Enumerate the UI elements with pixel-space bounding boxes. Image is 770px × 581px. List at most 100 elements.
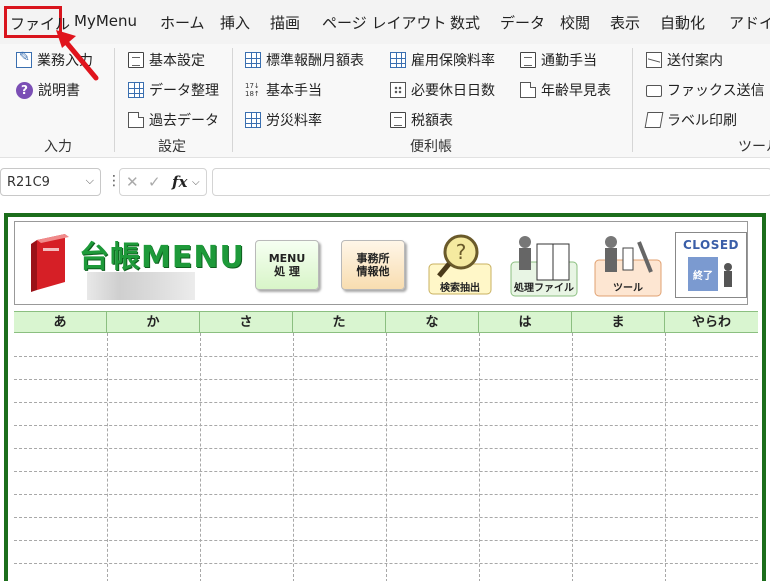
basic-settings-label: 基本設定 (149, 53, 205, 69)
help-icon: ? (16, 81, 33, 99)
name-box[interactable]: R21C9 ⌵ (0, 168, 101, 196)
column-header[interactable]: は (479, 312, 572, 333)
rate-table-icon (245, 112, 261, 128)
annotation-arrow-icon (56, 30, 99, 81)
age-chart-icon (520, 82, 536, 98)
column-header[interactable]: さ (200, 312, 293, 333)
label-print-button[interactable]: ラベル印刷 (644, 110, 737, 130)
insert-function-icon[interactable]: fx (172, 173, 187, 191)
closed-sub-label: 終了 (693, 269, 713, 282)
tab-formulas[interactable]: 数式 (450, 12, 480, 33)
formula-input[interactable] (212, 168, 770, 196)
worksheet: 台帳MENU MENU 処 理 事務所 情報他 ? 検索抽出 処理ファイル ツー… (4, 213, 766, 581)
grid-column-line (293, 333, 294, 581)
column-header[interactable]: やらわ (665, 312, 758, 333)
tab-data[interactable]: データ (500, 12, 545, 33)
search-extract-label: 検索抽出 (440, 283, 480, 294)
commute-doc-icon (520, 52, 536, 68)
settings-sheet-icon (128, 52, 144, 68)
basic-allowance-button[interactable]: 基本手当 (245, 80, 322, 100)
age-chart-label: 年齢早見表 (541, 83, 611, 99)
process-file-button[interactable]: 処理ファイル (509, 232, 579, 298)
column-header[interactable]: か (107, 312, 200, 333)
index-grid[interactable] (14, 333, 758, 581)
grid-column-line (479, 333, 480, 581)
group-separator (232, 48, 233, 152)
app-title: 台帳MENU (79, 240, 245, 275)
column-header[interactable]: な (386, 312, 479, 333)
ledger-book-icon (31, 234, 69, 292)
tool-label: ツール (613, 283, 643, 294)
tax-sheet-icon (390, 112, 406, 128)
data-cleanup-button[interactable]: データ整理 (128, 80, 219, 100)
office-info-button[interactable]: 事務所 情報他 (341, 240, 405, 290)
door-exit-icon: 終了 (688, 257, 732, 291)
label-icon (644, 112, 664, 128)
tab-home[interactable]: ホーム (160, 12, 205, 33)
tax-table-label: 税額表 (411, 113, 453, 129)
group-separator (114, 48, 115, 152)
tab-page-layout[interactable]: ページ レイアウト (322, 12, 446, 33)
tab-review[interactable]: 校閲 (560, 12, 590, 33)
formula-bar: R21C9 ⌵ ⋮ ✕ ✓ fx ⌵ (0, 166, 770, 198)
required-holidays-button[interactable]: 必要休日日数 (390, 80, 495, 100)
tax-table-button[interactable]: 税額表 (390, 110, 453, 130)
fax-send-button[interactable]: ファックス送信 (646, 80, 765, 100)
cover-letter-button[interactable]: 送付案内 (646, 50, 723, 70)
cancel-icon[interactable]: ✕ (126, 173, 139, 191)
workers-comp-label: 労災料率 (266, 113, 322, 129)
tab-automate[interactable]: 自動化 (660, 12, 705, 33)
grid-column-line (572, 333, 573, 581)
group-label-input: 入力 (44, 139, 72, 155)
formula-controls: ✕ ✓ fx ⌵ (119, 168, 207, 196)
basic-settings-button[interactable]: 基本設定 (128, 50, 205, 70)
edit-form-icon (16, 50, 32, 68)
commute-allowance-button[interactable]: 通勤手当 (520, 50, 597, 70)
sort-numbers-icon (245, 82, 261, 98)
column-header[interactable]: た (293, 312, 386, 333)
menu-bar: ファイル MyMenu ホーム 挿入 描画 ページ レイアウト 数式 データ 校… (0, 0, 770, 44)
tab-file[interactable]: ファイル (4, 6, 70, 38)
cover-letter-label: 送付案内 (667, 53, 723, 69)
tool-button[interactable]: ツール (593, 232, 663, 298)
grid-column-line (665, 333, 666, 581)
grid-column-line (200, 333, 201, 581)
search-extract-button[interactable]: ? 検索抽出 (425, 232, 495, 298)
grid-column-line (386, 333, 387, 581)
column-header[interactable]: あ (14, 312, 107, 333)
data-cleanup-label: データ整理 (149, 83, 219, 99)
basic-allowance-label: 基本手当 (266, 83, 322, 99)
tab-insert[interactable]: 挿入 (220, 12, 250, 33)
group-label-handbook: 便利帳 (410, 139, 452, 155)
close-button[interactable]: CLOSED 終了 (675, 232, 747, 298)
fax-icon (646, 85, 662, 97)
tab-draw[interactable]: 描画 (270, 12, 300, 33)
ribbon: 業務入力 ? 説明書 入力 基本設定 データ整理 過去データ 設定 標準報酬月額… (0, 44, 770, 158)
name-box-value: R21C9 (7, 175, 50, 190)
calculator-icon (390, 82, 406, 98)
group-label-tools: ツール (738, 139, 770, 155)
employment-insurance-rate-button[interactable]: 雇用保険料率 (390, 50, 495, 70)
column-header[interactable]: ま (572, 312, 665, 333)
label-print-label: ラベル印刷 (667, 113, 737, 129)
age-chart-button[interactable]: 年齢早見表 (520, 80, 611, 100)
table-icon (390, 52, 406, 68)
enter-icon[interactable]: ✓ (148, 173, 161, 191)
grid-column-line (107, 333, 108, 581)
past-data-button[interactable]: 過去データ (128, 110, 219, 130)
chevron-down-icon[interactable]: ⌵ (86, 174, 94, 188)
index-header-row: あ か さ た な は ま やらわ (14, 311, 758, 333)
menu-banner: 台帳MENU MENU 処 理 事務所 情報他 ? 検索抽出 処理ファイル ツー… (14, 221, 748, 305)
chevron-down-icon[interactable]: ⌵ (192, 177, 200, 188)
standard-salary-label: 標準報酬月額表 (266, 53, 364, 69)
required-holidays-label: 必要休日日数 (411, 83, 495, 99)
blurred-subtitle (87, 272, 195, 300)
commute-allowance-label: 通勤手当 (541, 53, 597, 69)
history-icon (128, 112, 144, 128)
workers-comp-rate-button[interactable]: 労災料率 (245, 110, 322, 130)
tab-addins[interactable]: アドイン (729, 12, 770, 33)
tab-view[interactable]: 表示 (610, 12, 640, 33)
menu-process-button[interactable]: MENU 処 理 (255, 240, 319, 290)
standard-salary-table-button[interactable]: 標準報酬月額表 (245, 50, 364, 70)
svg-text:?: ? (456, 240, 467, 264)
